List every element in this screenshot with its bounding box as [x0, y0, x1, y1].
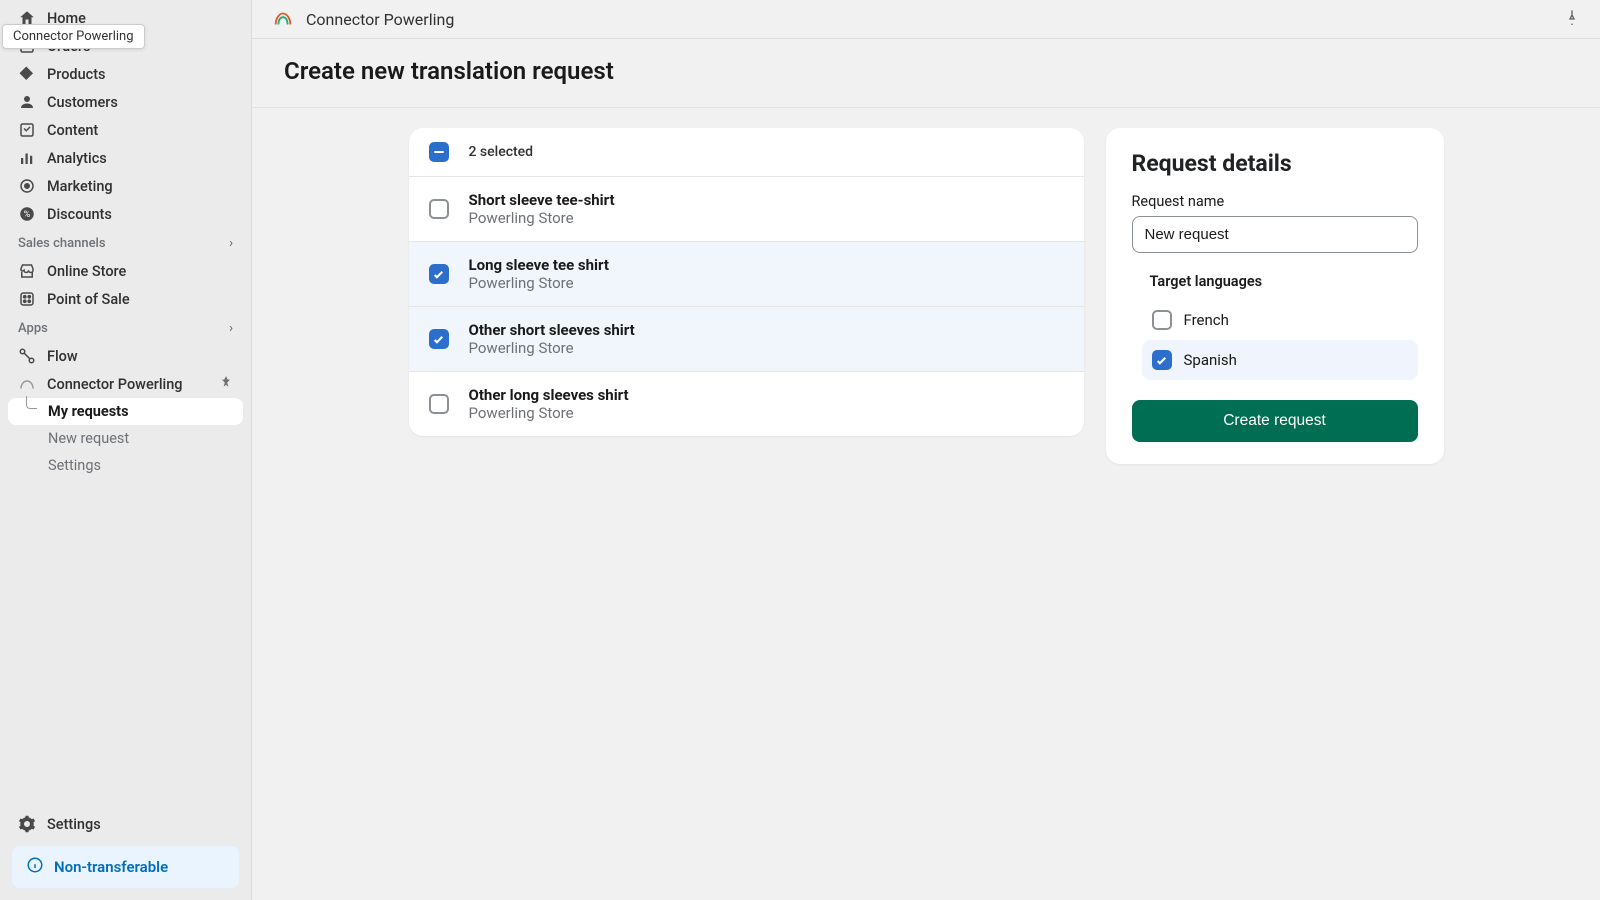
nav-label: Products — [47, 66, 106, 83]
language-list: French Spanish — [1142, 300, 1418, 380]
main: Connector Powerling Create new translati… — [252, 0, 1600, 900]
language-checkbox[interactable] — [1152, 350, 1172, 370]
product-row[interactable]: Other short sleeves shirt Powerling Stor… — [409, 307, 1084, 372]
chevron-right-icon: › — [229, 236, 233, 251]
sidebar: Connector Powerling Home Orders Products… — [0, 0, 252, 900]
product-title: Long sleeve tee shirt — [469, 256, 609, 274]
nav-my-requests[interactable]: My requests — [8, 398, 243, 425]
pin-icon[interactable] — [1564, 9, 1580, 29]
badge-label: Non-transferable — [54, 858, 168, 876]
list-header: 2 selected — [409, 128, 1084, 177]
selected-count: 2 selected — [469, 144, 534, 160]
nav-settings[interactable]: Settings — [8, 810, 243, 838]
product-store: Powerling Store — [469, 404, 629, 422]
nav-label: Analytics — [47, 150, 107, 167]
nav-apps: Flow Connector Powerling — [0, 342, 251, 398]
nav-label: Customers — [47, 94, 118, 111]
product-store: Powerling Store — [469, 339, 635, 357]
pin-icon[interactable] — [219, 375, 233, 393]
request-details-card: Request details Request name Target lang… — [1106, 128, 1444, 464]
product-store: Powerling Store — [469, 209, 615, 227]
product-title: Other long sleeves shirt — [469, 386, 629, 404]
non-transferable-badge[interactable]: Non-transferable — [12, 846, 239, 888]
app-logo-icon — [272, 8, 294, 30]
product-checkbox[interactable] — [429, 199, 449, 219]
apps-header[interactable]: Apps › — [0, 313, 251, 342]
nav-new-request[interactable]: New request — [8, 425, 243, 452]
pos-icon — [18, 290, 36, 308]
nav-label: Point of Sale — [47, 291, 130, 308]
chevron-right-icon: › — [229, 321, 233, 336]
product-store: Powerling Store — [469, 274, 609, 292]
connector-icon — [18, 375, 36, 393]
details-title: Request details — [1132, 150, 1418, 177]
product-row[interactable]: Other long sleeves shirt Powerling Store — [409, 372, 1084, 436]
nav-label: Online Store — [47, 263, 126, 280]
discounts-icon: % — [18, 205, 36, 223]
analytics-icon — [18, 149, 36, 167]
nav-app-settings[interactable]: Settings — [8, 452, 243, 479]
nav-content[interactable]: Content — [8, 116, 243, 144]
channels-header-label: Sales channels — [18, 236, 106, 251]
nav-label: Marketing — [47, 178, 113, 195]
nav-customers[interactable]: Customers — [8, 88, 243, 116]
nav-marketing[interactable]: Marketing — [8, 172, 243, 200]
product-row[interactable]: Short sleeve tee-shirt Powerling Store — [409, 177, 1084, 242]
apps-header-label: Apps — [18, 321, 48, 336]
nav-label: Flow — [47, 348, 78, 365]
customers-icon — [18, 93, 36, 111]
channels-header[interactable]: Sales channels › — [0, 228, 251, 257]
nav-label: Connector Powerling — [47, 376, 183, 393]
nav-discounts[interactable]: % Discounts — [8, 200, 243, 228]
language-label: French — [1184, 311, 1229, 329]
nav-app-subtree: My requests New request Settings — [0, 398, 251, 479]
product-row[interactable]: Long sleeve tee shirt Powerling Store — [409, 242, 1084, 307]
create-request-button[interactable]: Create request — [1132, 400, 1418, 442]
gear-icon — [18, 815, 36, 833]
select-all-checkbox[interactable] — [429, 142, 449, 162]
language-item-spanish[interactable]: Spanish — [1142, 340, 1418, 380]
product-checkbox[interactable] — [429, 329, 449, 349]
sidebar-bottom: Settings Non-transferable — [0, 802, 251, 900]
nav-online-store[interactable]: Online Store — [8, 257, 243, 285]
nav-pos[interactable]: Point of Sale — [8, 285, 243, 313]
page-title: Create new translation request — [252, 39, 1600, 107]
nav-channels: Online Store Point of Sale — [0, 257, 251, 313]
language-item-french[interactable]: French — [1142, 300, 1418, 340]
nav-flow[interactable]: Flow — [8, 342, 243, 370]
product-title: Other short sleeves shirt — [469, 321, 635, 339]
content-icon — [18, 121, 36, 139]
nav-label: Content — [47, 122, 98, 139]
product-list-card: 2 selected Short sleeve tee-shirt Powerl… — [409, 128, 1084, 436]
target-languages-label: Target languages — [1150, 273, 1418, 290]
info-icon — [26, 856, 44, 878]
request-name-input[interactable] — [1132, 216, 1418, 253]
nav-label: Settings — [47, 816, 101, 833]
language-label: Spanish — [1184, 351, 1237, 369]
marketing-icon — [18, 177, 36, 195]
svg-text:%: % — [24, 210, 31, 220]
nav-products[interactable]: Products — [8, 60, 243, 88]
flow-icon — [18, 347, 36, 365]
request-name-label: Request name — [1132, 193, 1418, 210]
product-title: Short sleeve tee-shirt — [469, 191, 615, 209]
nav-label: Discounts — [47, 206, 112, 223]
product-checkbox[interactable] — [429, 394, 449, 414]
products-icon — [18, 65, 36, 83]
nav-analytics[interactable]: Analytics — [8, 144, 243, 172]
language-checkbox[interactable] — [1152, 310, 1172, 330]
topbar-title: Connector Powerling — [306, 10, 454, 29]
topbar: Connector Powerling — [252, 0, 1600, 39]
product-checkbox[interactable] — [429, 264, 449, 284]
sidebar-tooltip: Connector Powerling — [2, 24, 145, 49]
content: 2 selected Short sleeve tee-shirt Powerl… — [252, 107, 1600, 484]
nav-connector-powerling[interactable]: Connector Powerling — [8, 370, 243, 398]
store-icon — [18, 262, 36, 280]
